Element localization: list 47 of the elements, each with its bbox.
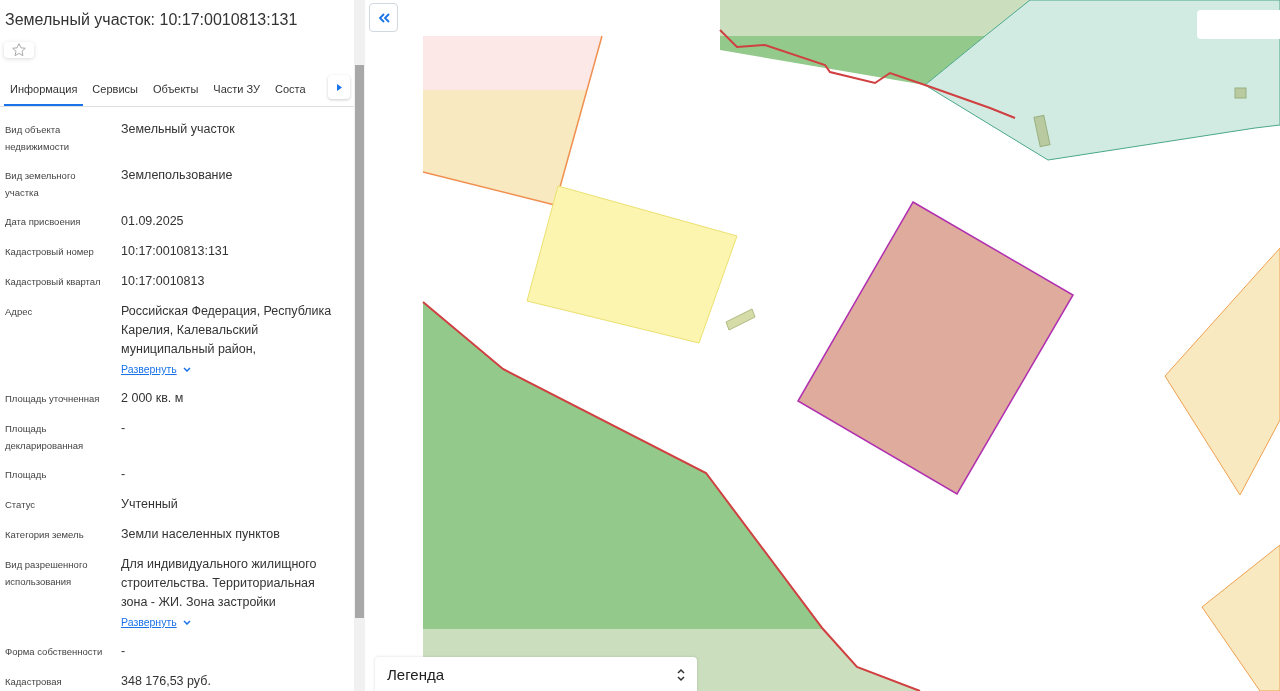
tab[interactable]: Соста	[269, 74, 312, 106]
favorite-button[interactable]	[4, 42, 34, 58]
field-value: Для индивидуального жилищного строительства. Территориальная зона - ЖИ. Зона застройки	[121, 555, 318, 611]
legend-dropdown[interactable]: Легенда	[375, 657, 697, 691]
field-label: Категория земель	[5, 527, 85, 542]
field-value: -	[121, 419, 127, 437]
field-value: 01.09.2025	[121, 213, 185, 230]
expand-link[interactable]: Развернуть	[121, 614, 191, 631]
chevron-down-icon	[182, 367, 191, 373]
tab[interactable]: Части ЗУ	[207, 74, 266, 106]
field-value: 2 000 кв. м	[121, 389, 185, 407]
scrollbar[interactable]	[354, 0, 365, 691]
collapse-panel-button[interactable]	[369, 3, 398, 32]
expand-link[interactable]: Развернуть	[121, 362, 191, 378]
field-label: Площадь декларированная	[5, 421, 85, 453]
caret-icon	[336, 83, 342, 91]
field-value: Российская Федерация, Республика Карелия, Калевальский муниципальный район,	[121, 303, 333, 358]
updown-chevron-icon	[677, 668, 685, 682]
field-label: Форма собственности	[5, 644, 104, 659]
star-icon	[11, 42, 27, 58]
field-label: Площадь уточненная	[5, 391, 101, 406]
field-label: Дата присвоения	[5, 215, 82, 229]
field-value: 348 176,53 руб.	[121, 672, 212, 690]
field-value: -	[121, 465, 127, 483]
double-chevron-left-icon	[377, 12, 390, 23]
field-value: 10:17:0010813:131	[121, 243, 230, 260]
field-value: 10:17:0010813	[121, 273, 206, 290]
field-label: Кадастровый номер	[5, 245, 95, 259]
tab[interactable]: Информация	[4, 74, 84, 106]
field-value: -	[121, 642, 127, 660]
field-value: Учтенный	[121, 495, 179, 513]
chevron-down-icon	[182, 620, 191, 626]
field-value: Земли населенных пунктов	[121, 525, 281, 543]
field-label: Вид разрешенного использования	[5, 557, 89, 589]
panel-title: Земельный участок: 10:17:0010813:131	[4, 10, 299, 30]
tab[interactable]: Объекты	[146, 74, 205, 106]
field-label: Адрес	[5, 305, 34, 319]
field-label: Кадастровая	[5, 674, 63, 689]
field-label: Площадь	[5, 467, 48, 482]
field-label: Вид земельного участка	[5, 169, 77, 200]
scroll-tabs-button[interactable]	[328, 75, 350, 99]
tab[interactable]: Сервисы	[86, 74, 144, 106]
field-value: Землепользование	[121, 167, 234, 184]
field-label: Статус	[5, 497, 37, 512]
field-label: Кадастровый квартал	[5, 275, 102, 289]
field-label: Вид объекта недвижимости	[5, 123, 71, 154]
field-value: Земельный участок	[121, 121, 236, 138]
